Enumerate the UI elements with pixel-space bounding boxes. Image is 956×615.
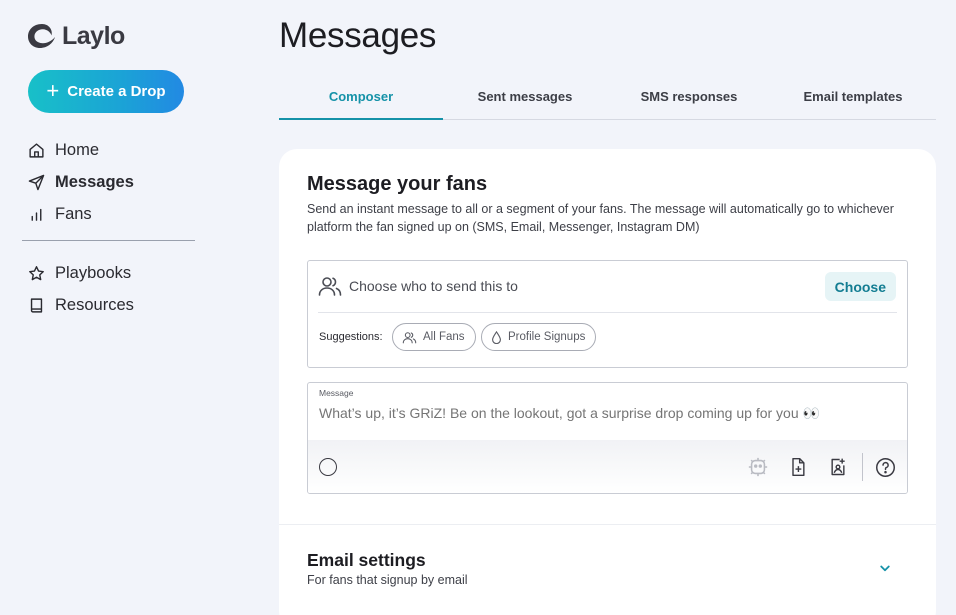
sidebar-item-playbooks[interactable]: Playbooks — [28, 257, 134, 289]
composer-description: Send an instant message to all or a segm… — [307, 202, 894, 234]
plus-icon: + — [46, 77, 60, 103]
recipient-field[interactable]: Choose who to send this to — [318, 275, 518, 297]
attach-image-button[interactable] — [826, 455, 850, 479]
laylo-logo-icon — [28, 24, 55, 48]
sidebar-item-label: Playbooks — [55, 263, 132, 282]
select-radio[interactable] — [319, 458, 337, 476]
star-icon — [29, 265, 44, 280]
book-icon — [30, 297, 43, 313]
sidebar-item-label: Home — [55, 140, 100, 159]
sidebar-item-resources[interactable]: Resources — [28, 289, 134, 321]
tab-email-templates[interactable]: Email templates — [771, 80, 935, 119]
help-icon — [875, 457, 895, 477]
page-title: Messages — [279, 16, 437, 55]
sidebar-item-label: Resources — [55, 295, 134, 314]
chevron-down-icon — [880, 565, 890, 572]
sidebar-divider — [22, 240, 195, 241]
help-button[interactable] — [873, 455, 897, 479]
recipient-divider — [318, 312, 897, 313]
chip-label: Profile Signups — [508, 331, 586, 343]
message-toolbar — [308, 440, 907, 493]
sidebar-item-messages[interactable]: Messages — [28, 166, 134, 198]
robot-icon — [748, 457, 768, 477]
main-nav: Home Messages Fans — [28, 134, 134, 230]
recipient-selector: Choose who to send this to Choose Sugges… — [307, 260, 908, 368]
sidebar-item-label: Messages — [55, 172, 134, 191]
bar-chart-icon — [31, 208, 42, 221]
file-plus-icon — [792, 457, 805, 477]
brand-name: Laylo — [62, 21, 125, 50]
sidebar-item-fans[interactable]: Fans — [28, 198, 134, 230]
section-divider — [279, 524, 936, 525]
message-editor: Message — [307, 382, 908, 494]
chip-label: All Fans — [423, 331, 465, 343]
tab-sms-responses[interactable]: SMS responses — [607, 80, 771, 119]
tab-composer[interactable]: Composer — [279, 80, 443, 120]
email-settings-toggle[interactable] — [876, 559, 894, 582]
users-icon — [402, 331, 417, 343]
suggestion-chip-all-fans[interactable]: All Fans — [392, 323, 476, 351]
composer-card: Message your fans Send an instant messag… — [279, 149, 936, 615]
suggestion-chip-profile-signups[interactable]: Profile Signups — [481, 323, 597, 351]
email-settings-title: Email settings — [307, 550, 426, 570]
composer-title: Message your fans — [307, 173, 488, 195]
create-drop-label: Create a Drop — [67, 83, 166, 100]
sidebar-item-label: Fans — [55, 204, 92, 223]
users-icon — [318, 277, 342, 296]
secondary-nav: Playbooks Resources — [28, 257, 134, 321]
message-label: Message — [319, 388, 354, 398]
message-tabs: Composer Sent messages SMS responses Ema… — [279, 80, 936, 120]
image-plus-icon — [831, 458, 845, 476]
drop-icon — [492, 330, 501, 344]
tab-sent-messages[interactable]: Sent messages — [443, 80, 607, 119]
recipient-placeholder: Choose who to send this to — [349, 278, 518, 294]
sidebar-item-home[interactable]: Home — [28, 134, 134, 166]
choose-button[interactable]: Choose — [824, 272, 896, 301]
send-icon — [28, 174, 45, 190]
suggestions-label: Suggestions: — [319, 331, 383, 343]
create-drop-button[interactable]: + Create a Drop — [28, 70, 184, 113]
laylo-logo[interactable]: Laylo — [26, 21, 125, 51]
attach-file-button[interactable] — [786, 455, 810, 479]
toolbar-divider — [862, 453, 863, 481]
message-input[interactable] — [319, 405, 889, 421]
ai-assist-button[interactable] — [746, 455, 770, 479]
home-icon — [29, 142, 44, 158]
sidebar: Laylo + Create a Drop Home Messages Fans… — [0, 0, 220, 615]
email-settings-subtitle: For fans that signup by email — [307, 573, 468, 587]
